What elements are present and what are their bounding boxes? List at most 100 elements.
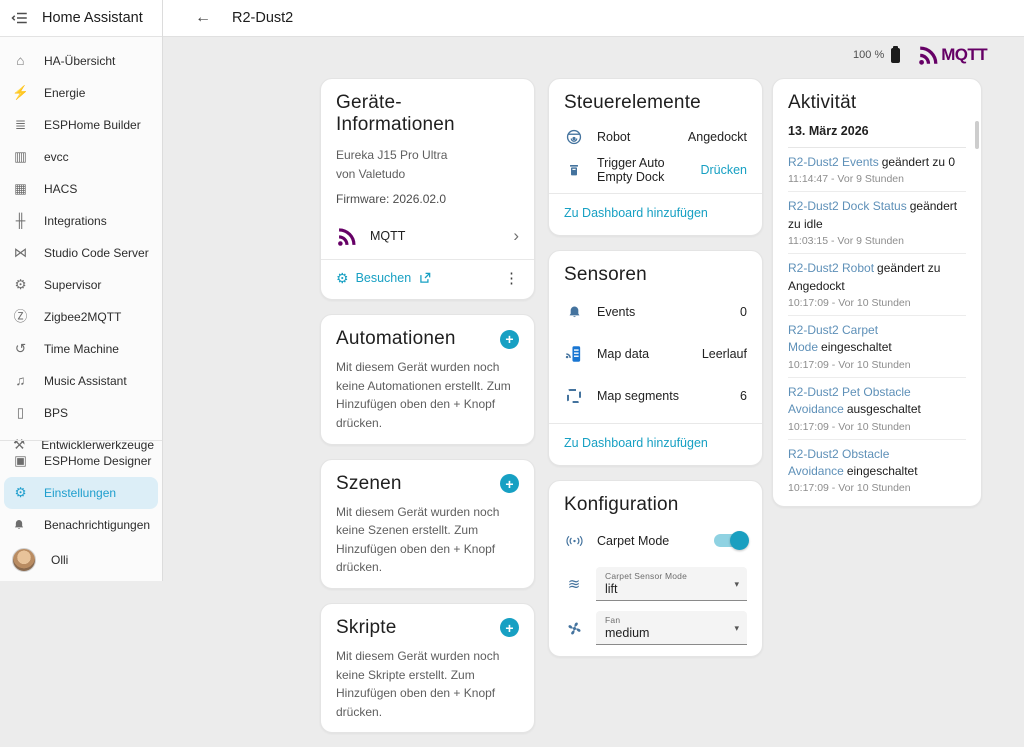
book-icon: ▯ [12, 406, 29, 420]
activity-date: 13. März 2026 [788, 114, 966, 148]
fan-icon [564, 620, 584, 637]
entry-timestamp: 10:17:09 - Vor 10 Stunden [788, 359, 966, 371]
sidebar-item-bps[interactable]: ▯BPS [0, 397, 162, 429]
controls-card: Steuerelemente Robot Angedockt Trigger A… [548, 78, 763, 236]
sidebar-item-label: evcc [44, 150, 69, 164]
entity-link[interactable]: R2-Dust2 Dock Status [788, 199, 907, 213]
vscode-icon: ⋈ [12, 246, 29, 260]
sidebar-item-benachrichtigungen[interactable]: Benachrichtigungen [0, 509, 162, 541]
carpet-sensor-mode-select[interactable]: Carpet Sensor Mode lift ▾ [596, 567, 747, 601]
entry-action: eingeschaltet [847, 464, 918, 478]
sidebar-item-integrations[interactable]: ╫ Integrations [0, 205, 162, 237]
logbook-entry: R2-Dust2 Obstacle Avoidanceeingeschaltet… [788, 440, 966, 501]
card-title: Automationen [336, 328, 456, 350]
sidebar-item-label: Music Assistant [44, 374, 127, 388]
device-info-card: Geräte-Informationen Eureka J15 Pro Ultr… [320, 78, 535, 300]
fan-select[interactable]: Fan medium ▾ [596, 611, 747, 645]
mqtt-icon [336, 226, 357, 247]
entity-state: Angedockt [688, 130, 747, 144]
sidebar-item-label: HACS [44, 182, 77, 196]
sidebar-divider [0, 440, 162, 441]
gear-icon: ⚙ [12, 486, 29, 500]
add-automation-button[interactable]: + [500, 330, 519, 349]
sidebar-item-energie[interactable]: ⚡ Energie [0, 77, 162, 109]
menu-open-icon[interactable] [11, 9, 29, 27]
entity-row-map-data[interactable]: Map data Leerlauf [564, 332, 747, 376]
device-model: Eureka J15 Pro Ultra [336, 146, 519, 165]
sidebar-item-einstellungen[interactable]: ⚙Einstellungen [4, 477, 158, 509]
column-entities: Steuerelemente Robot Angedockt Trigger A… [548, 78, 763, 671]
visit-button[interactable]: Besuchen [356, 271, 412, 285]
home-icon: ⌂ [12, 54, 29, 68]
card-footer: Zu Dashboard hinzufügen [549, 193, 762, 224]
entity-label: Trigger Auto Empty Dock [597, 156, 687, 184]
sidebar-item-evcc[interactable]: ▥ evcc [0, 141, 162, 173]
entity-row-trigger-empty-dock: Trigger Auto Empty Dock Drücken [564, 153, 747, 186]
device-manufacturer: von Valetudo [336, 165, 519, 184]
entry-action: geändert zu 0 [882, 155, 955, 169]
waves-icon: ≋ [564, 575, 584, 593]
app-title: Home Assistant [42, 10, 143, 26]
card-title: Sensoren [564, 264, 747, 286]
robot-vacuum-icon [564, 128, 584, 146]
select-label: Carpet Sensor Mode [605, 571, 725, 581]
sidebar-item-supervisor[interactable]: ⚙Supervisor [0, 269, 162, 301]
press-button[interactable]: Drücken [700, 163, 747, 177]
add-script-button[interactable]: + [500, 618, 519, 637]
entity-row-map-segments[interactable]: Map segments 6 [564, 376, 747, 416]
sidebar-item-time-machine[interactable]: ↺Time Machine [0, 333, 162, 365]
carpet-mode-toggle[interactable] [714, 534, 747, 547]
entry-timestamp: 10:17:09 - Vor 10 Stunden [788, 297, 966, 309]
sidebar-item-hacs[interactable]: ▦HACS [0, 173, 162, 205]
sidebar-item-ha-uebersicht[interactable]: ⌂HA-Übersicht [0, 45, 162, 77]
entry-action: eingeschaltet [821, 340, 892, 354]
sidebar-item-esphome-designer[interactable]: ▣ESPHome Designer [0, 445, 162, 477]
scripts-card: Skripte + Mit diesem Gerät wurden noch k… [320, 603, 535, 733]
column-device: Geräte-Informationen Eureka J15 Pro Ultr… [320, 78, 535, 747]
sidebar-item-label: Integrations [44, 214, 107, 228]
entity-link[interactable]: R2-Dust2 Events [788, 155, 879, 169]
sidebar-item-esphome-builder[interactable]: ≣ESPHome Builder [0, 109, 162, 141]
add-scene-button[interactable]: + [500, 474, 519, 493]
sidebar-item-profile[interactable]: Olli [0, 541, 162, 579]
mqtt-label: MQTT [370, 229, 500, 243]
entry-timestamp: 10:17:09 - Vor 10 Stunden [788, 482, 966, 494]
sensors-card: Sensoren Events 0 Map data Leerlauf Map … [548, 250, 763, 466]
entity-row-events[interactable]: Events 0 [564, 292, 747, 332]
logbook-entry: R2-Dust2 Carpet Modeeingeschaltet 10:17:… [788, 316, 966, 378]
entity-state: Leerlauf [702, 347, 747, 361]
sidebar-item-label: ESPHome Builder [44, 118, 141, 132]
entity-label: Carpet Mode [597, 534, 701, 548]
entity-row-robot[interactable]: Robot Angedockt [564, 120, 747, 153]
sliders-icon: ╫ [12, 214, 29, 228]
ev-charger-icon: ▥ [12, 150, 29, 164]
entity-state: 0 [740, 305, 747, 319]
entry-action: ausgeschaltet [847, 402, 921, 416]
sidebar-item-zigbee2mqtt[interactable]: ⓏZigbee2MQTT [0, 301, 162, 333]
sidebar-item-label: ESPHome Designer [44, 454, 151, 468]
sidebar-item-music-assistant[interactable]: ♫ Music Assistant [0, 365, 162, 397]
mqtt-integration-row[interactable]: MQTT › [336, 219, 519, 253]
sidebar-header: Home Assistant [0, 0, 162, 37]
logbook-entry: R2-Dust2 Robotgeändert zu Angedockt 10:1… [788, 254, 966, 316]
entry-timestamp: 11:03:15 - Vor 9 Stunden [788, 235, 966, 247]
music-icon: ♫ [12, 374, 29, 388]
lightning-icon: ⚡ [12, 86, 29, 100]
card-title: Geräte-Informationen [336, 92, 519, 136]
gear-icon: ⚙ [336, 270, 349, 287]
scrollbar-thumb[interactable] [975, 121, 979, 149]
empty-state-text: Mit diesem Gerät wurden noch keine Skrip… [336, 647, 519, 721]
logbook-entry: R2-Dust2 Eventsgeändert zu 0 11:14:47 - … [788, 148, 966, 192]
add-to-dashboard-link[interactable]: Zu Dashboard hinzufügen [564, 206, 708, 220]
sidebar-item-label: Energie [44, 86, 85, 100]
bell-icon [12, 518, 29, 532]
card-title: Skripte [336, 617, 397, 639]
select-area-icon [564, 389, 584, 403]
select-label: Fan [605, 615, 725, 625]
entity-link[interactable]: R2-Dust2 Robot [788, 261, 874, 275]
sidebar-item-studio-code-server[interactable]: ⋈Studio Code Server [0, 237, 162, 269]
back-arrow-icon[interactable]: ← [195, 10, 211, 26]
add-to-dashboard-link[interactable]: Zu Dashboard hinzufügen [564, 436, 708, 450]
overflow-menu-icon[interactable]: ⋮ [504, 269, 519, 287]
sidebar-nav: ⌂HA-Übersicht ⚡Energie ≣ESPHome Builder … [0, 37, 162, 461]
